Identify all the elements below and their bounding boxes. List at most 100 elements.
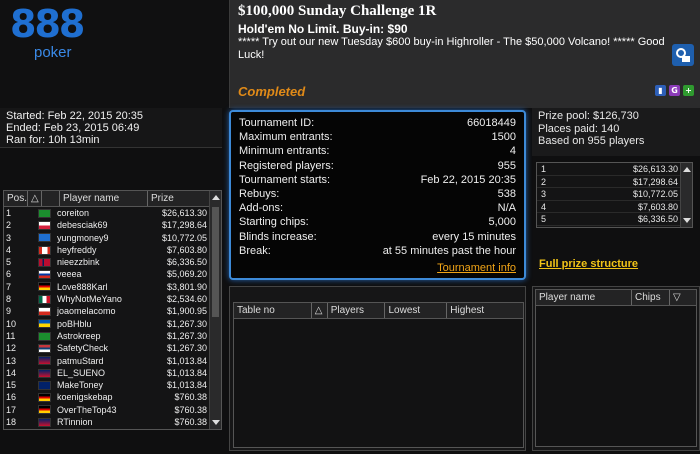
sort-arrow-icon[interactable]: △ xyxy=(28,191,42,206)
info-value: every 15 minutes xyxy=(432,230,516,243)
logo-number: 888 xyxy=(10,2,85,46)
table-row[interactable]: 13 patmuStard $1,013.84 xyxy=(4,355,221,367)
table-row[interactable]: 14 EL_SUENO $1,013.84 xyxy=(4,367,221,379)
flag-icon xyxy=(34,391,54,403)
scroll-thumb[interactable] xyxy=(212,207,219,317)
scroll-up-icon[interactable] xyxy=(212,195,220,200)
prize-amount: $26,613.30 xyxy=(632,164,678,174)
col-header-prize[interactable]: Prize xyxy=(148,191,210,206)
row-prize: $1,267.30 xyxy=(166,330,207,341)
row-position: 3 xyxy=(6,232,12,243)
scroll-up-icon[interactable] xyxy=(683,167,691,172)
flag-icon xyxy=(34,219,54,231)
g-icon[interactable]: G xyxy=(669,85,680,96)
table-row[interactable]: 2 debesciak69 $17,298.64 xyxy=(4,219,221,231)
prize-place: 3 xyxy=(541,189,547,199)
stats-icon[interactable]: ▮ xyxy=(655,85,666,96)
col-header-table-no[interactable]: Table no xyxy=(234,303,312,318)
table-row[interactable]: 15 MakeToney $1,013.84 xyxy=(4,379,221,391)
prize-amount: $7,603.80 xyxy=(637,201,678,212)
table-row[interactable]: 10 poBHblu $1,267.30 xyxy=(4,318,221,330)
row-prize: $1,267.30 xyxy=(166,318,207,329)
row-player-name: patmuStard xyxy=(57,355,104,366)
prize-amount: $17,298.64 xyxy=(632,176,678,187)
info-value: at 55 minutes past the hour xyxy=(382,244,516,257)
prize-amount: $10,772.05 xyxy=(632,189,678,199)
row-position: 12 xyxy=(6,343,17,354)
prize-list: 1 $26,613.30 2 $17,298.64 3 $10,772.05 4 $7,603… xyxy=(536,162,693,228)
row-prize: $760.38 xyxy=(174,392,207,403)
sort-arrow-icon[interactable]: ▽ xyxy=(670,290,684,305)
players-table: Pos. △ Player name Prize 1 coreiton $26,61… xyxy=(3,190,222,430)
row-player-name: SafetyCheck xyxy=(57,343,109,354)
table-row[interactable]: 12 SafetyCheck $1,267.30 xyxy=(4,342,221,354)
places-paid: Places paid: 140 xyxy=(538,122,620,135)
scroll-down-icon[interactable] xyxy=(683,218,691,223)
prize-row: 2 $17,298.64 xyxy=(537,176,692,188)
row-player-name: yungmoney9 xyxy=(57,232,109,243)
flag-icon xyxy=(34,342,54,354)
promo-message: ***** Try out our new Tuesday $600 buy-i… xyxy=(238,36,665,61)
scroll-down-icon[interactable] xyxy=(212,420,220,425)
prize-pool: Prize pool: $126,730 xyxy=(538,110,639,122)
row-prize: $760.38 xyxy=(174,417,207,428)
info-value: 66018449 xyxy=(467,117,516,129)
tournament-info-link[interactable]: Tournament info xyxy=(437,262,516,274)
info-row: Maximum entrants: 1500 xyxy=(239,130,516,144)
flag-icon xyxy=(34,232,54,244)
table-row[interactable]: 16 koenigskebap $760.38 xyxy=(4,391,221,403)
flag-icon xyxy=(34,268,54,280)
info-label: Rebuys: xyxy=(239,188,280,201)
tournament-title: $100,000 Sunday Challenge 1R xyxy=(238,3,437,19)
prize-place: 5 xyxy=(541,214,547,224)
table-row[interactable]: 3 yungmoney9 $10,772.05 xyxy=(4,232,221,244)
row-player-name: koenigskebap xyxy=(57,392,113,403)
row-player-name: nieezzbink xyxy=(57,257,100,268)
info-label: Add-ons: xyxy=(239,202,284,215)
col-header-highest[interactable]: Highest xyxy=(447,303,523,318)
row-position: 13 xyxy=(6,355,17,366)
flag-icon xyxy=(34,293,54,305)
info-row: Rebuys: 538 xyxy=(239,187,516,201)
row-prize: $10,772.05 xyxy=(161,232,207,243)
table-row[interactable]: 9 joaomelacomo $1,900.95 xyxy=(4,305,221,317)
table-row[interactable]: 4 heyfreddy $7,603.80 xyxy=(4,244,221,256)
table-row[interactable]: 17 OverTheTop43 $760.38 xyxy=(4,404,221,416)
prize-scrollbar[interactable] xyxy=(680,163,692,227)
flag-icon xyxy=(34,379,54,391)
col-header-player-name[interactable]: Player name xyxy=(60,191,148,206)
col-header-lowest[interactable]: Lowest xyxy=(385,303,448,318)
table-row[interactable]: 8 WhyNotMeYano $2,534.60 xyxy=(4,293,221,305)
full-prize-structure-link[interactable]: Full prize structure xyxy=(539,258,638,270)
players-scrollbar[interactable] xyxy=(209,191,221,429)
flag-icon xyxy=(34,318,54,330)
info-row: Minimum entrants: 4 xyxy=(239,144,516,158)
info-value: Feb 22, 2015 20:35 xyxy=(420,173,516,186)
table-row[interactable]: 11 Astrokreep $1,267.30 xyxy=(4,330,221,342)
col-header-player-name[interactable]: Player name xyxy=(536,290,632,305)
row-prize: $2,534.60 xyxy=(166,294,207,305)
sort-arrow-icon[interactable]: △ xyxy=(312,303,328,318)
col-header-players[interactable]: Players xyxy=(328,303,386,318)
table-row[interactable]: 6 veeea $5,069.20 xyxy=(4,268,221,280)
table-row[interactable]: 18 RTinnion $760.38 xyxy=(4,416,221,428)
row-position: 18 xyxy=(6,417,17,428)
info-row: Blinds increase: every 15 minutes xyxy=(239,230,516,244)
row-player-name: EL_SUENO xyxy=(57,367,106,378)
row-player-name: Astrokreep xyxy=(57,330,101,341)
table-row[interactable]: 5 nieezzbink $6,336.50 xyxy=(4,256,221,268)
plus-icon[interactable]: + xyxy=(683,85,694,96)
col-header-chips[interactable]: Chips xyxy=(632,290,670,305)
flag-icon xyxy=(34,256,54,268)
table-players-list: Player name Chips ▽ xyxy=(535,289,697,447)
tournament-times: Started: Feb 22, 2015 20:35 Ended: Feb 2… xyxy=(0,108,222,148)
col-header-flag[interactable] xyxy=(42,191,60,206)
col-header-pos[interactable]: Pos. xyxy=(4,191,28,206)
table-row[interactable]: 7 Love888Karl $3,801.90 xyxy=(4,281,221,293)
started-time: Started: Feb 22, 2015 20:35 xyxy=(6,110,143,122)
table-row[interactable]: 1 coreiton $26,613.30 xyxy=(4,207,221,219)
flag-icon xyxy=(34,281,54,293)
projector-icon[interactable] xyxy=(672,44,694,66)
row-prize: $3,801.90 xyxy=(166,281,207,292)
info-label: Registered players: xyxy=(239,159,334,172)
